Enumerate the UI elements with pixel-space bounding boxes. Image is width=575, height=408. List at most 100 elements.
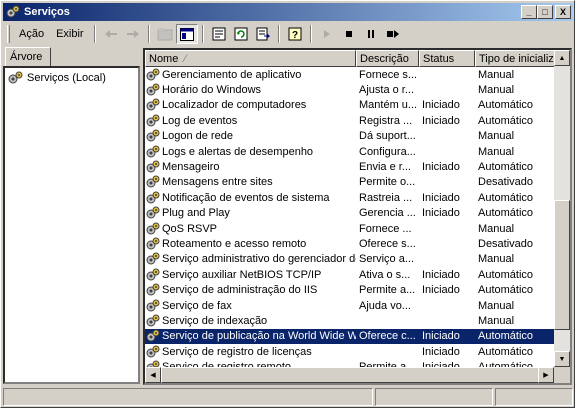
show-hide-tree-button[interactable] bbox=[175, 24, 198, 44]
hscroll-thumb[interactable] bbox=[161, 367, 543, 383]
refresh-button[interactable] bbox=[230, 24, 252, 44]
service-name-cell: Serviço de fax bbox=[145, 299, 356, 313]
service-description: Gerencia ... bbox=[359, 207, 416, 220]
toolbar-separator bbox=[277, 25, 280, 43]
restart-button[interactable] bbox=[382, 24, 404, 44]
column-header-label: Descrição bbox=[360, 53, 409, 65]
scroll-right-button[interactable]: ▶ bbox=[538, 367, 554, 383]
service-startup-type: Manual bbox=[478, 68, 515, 81]
service-name: Serviço de publicação na World Wide Web bbox=[162, 330, 356, 343]
table-row[interactable]: Log de eventos Registra ... Iniciado Automá… bbox=[145, 113, 558, 128]
tab-arvore-label: Árvore bbox=[10, 51, 43, 63]
properties-button[interactable] bbox=[208, 24, 230, 44]
table-row[interactable]: Serviço auxiliar NetBIOS TCP/IP Ativa o s… bbox=[145, 267, 558, 282]
scroll-left-button[interactable]: ◀ bbox=[145, 367, 161, 383]
status-panel bbox=[375, 388, 493, 406]
service-gear-icon bbox=[145, 160, 162, 174]
table-row[interactable]: Serviço administrativo do gerenciador de… bbox=[145, 252, 558, 267]
table-row[interactable]: Logon de rede Dá suport... Manual bbox=[145, 129, 558, 144]
service-description: Registra ... bbox=[359, 114, 413, 127]
toolbar-separator bbox=[201, 25, 204, 43]
column-header-tipo[interactable]: Tipo de inicializaçã bbox=[475, 50, 558, 67]
column-header-nome[interactable]: Nome ⁄ bbox=[145, 50, 356, 67]
stop-icon bbox=[345, 31, 352, 37]
service-startup-type: Manual bbox=[478, 84, 515, 97]
table-row[interactable]: QoS RSVP Fornece ... Manual bbox=[145, 221, 558, 236]
table-row[interactable]: Roteamento e acesso remoto Oferece s... De… bbox=[145, 236, 558, 251]
service-gear-icon bbox=[145, 68, 162, 82]
help-button[interactable]: ? bbox=[284, 24, 306, 44]
table-row[interactable]: Serviço de administração do IIS Permite a… bbox=[145, 282, 558, 297]
table-row[interactable]: Mensageiro Envia e r... Iniciado Automático bbox=[145, 159, 558, 174]
tree-item-services-local[interactable]: Serviços (Local) bbox=[8, 71, 106, 85]
service-status: Iniciado bbox=[422, 114, 460, 127]
horizontal-scrollbar[interactable]: ◀ ▶ bbox=[145, 367, 554, 383]
toolbar-grip[interactable] bbox=[7, 25, 10, 43]
scroll-left-icon: ◀ bbox=[150, 372, 156, 379]
column-header-descricao[interactable]: Descrição bbox=[356, 50, 419, 67]
table-row[interactable]: Notificação de eventos de sistema Rastrei… bbox=[145, 190, 558, 205]
stop-button[interactable] bbox=[338, 24, 360, 44]
title-bar[interactable]: Serviços _ □ X bbox=[3, 3, 573, 21]
pause-button[interactable] bbox=[360, 24, 382, 44]
service-name: Notificação de eventos de sistema bbox=[162, 191, 330, 204]
service-name-cell: Log de eventos bbox=[145, 114, 356, 128]
service-startup-type: Automático bbox=[478, 99, 534, 112]
table-row[interactable]: Serviço de fax Ajuda vo... Manual bbox=[145, 298, 558, 313]
table-row[interactable]: Logs e alertas de desempenho Configura...… bbox=[145, 144, 558, 159]
service-gear-icon bbox=[145, 283, 162, 297]
table-row[interactable]: Mensagens entre sites Permite o... Desativ… bbox=[145, 175, 558, 190]
service-name: Logon de rede bbox=[162, 130, 233, 143]
service-name-cell: Mensagens entre sites bbox=[145, 175, 356, 189]
service-status: Iniciado bbox=[422, 268, 460, 281]
table-row[interactable]: Plug and Play Gerencia ... Iniciado Automát… bbox=[145, 206, 558, 221]
table-row[interactable]: Horário do Windows Ajusta o r... Manual bbox=[145, 82, 558, 97]
table-row[interactable]: Localizador de computadores Mantém u... In… bbox=[145, 98, 558, 113]
menu-exibir[interactable]: Exibir bbox=[50, 26, 90, 42]
start-button[interactable] bbox=[316, 24, 338, 44]
pause-icon bbox=[367, 30, 374, 38]
service-name: Serviço administrativo do gerenciador de… bbox=[162, 253, 356, 266]
table-row[interactable]: Serviço de registro de licenças Iniciado A… bbox=[145, 344, 558, 359]
service-gear-icon bbox=[145, 268, 162, 282]
up-folder-button[interactable] bbox=[154, 24, 176, 44]
service-gear-icon bbox=[145, 145, 162, 159]
back-button[interactable] bbox=[100, 24, 122, 44]
table-row[interactable]: Serviço de publicação na World Wide Web O… bbox=[145, 328, 558, 345]
maximize-button[interactable]: □ bbox=[537, 5, 553, 19]
vertical-scrollbar[interactable]: ▲ ▼ bbox=[554, 50, 570, 367]
forward-button[interactable] bbox=[122, 24, 144, 44]
service-name-cell: Serviço de indexação bbox=[145, 314, 356, 328]
column-header-status[interactable]: Status bbox=[419, 50, 475, 67]
service-description: Ajuda vo... bbox=[359, 299, 411, 312]
service-description: Fornece ... bbox=[359, 222, 412, 235]
table-row[interactable]: Gerenciamento de aplicativo Fornece s... M… bbox=[145, 67, 558, 82]
restart-icon bbox=[386, 30, 399, 38]
scroll-thumb[interactable] bbox=[554, 200, 570, 330]
back-icon bbox=[104, 30, 117, 38]
scroll-up-button[interactable]: ▲ bbox=[554, 50, 570, 66]
scroll-down-button[interactable]: ▼ bbox=[554, 351, 570, 367]
services-list[interactable]: Nome ⁄ Descrição Status Tipo de inicializ… bbox=[143, 48, 572, 385]
scroll-right-icon: ▶ bbox=[543, 372, 549, 379]
column-header-label: Status bbox=[423, 53, 455, 65]
maximize-icon: □ bbox=[542, 6, 548, 17]
service-status: Iniciado bbox=[422, 330, 460, 343]
service-startup-type: Manual bbox=[478, 253, 515, 266]
table-row[interactable]: Serviço de indexação Manual bbox=[145, 313, 558, 328]
service-status: Iniciado bbox=[422, 99, 460, 112]
minimize-button[interactable]: _ bbox=[521, 5, 537, 19]
menu-acao-label: Ação bbox=[19, 28, 45, 40]
list-rows: Gerenciamento de aplicativo Fornece s... M… bbox=[145, 67, 558, 375]
tree-view[interactable]: Serviços (Local) bbox=[3, 66, 140, 384]
services-gear-icon bbox=[8, 71, 23, 84]
service-gear-icon bbox=[145, 314, 162, 328]
service-name-cell: Localizador de computadores bbox=[145, 98, 356, 112]
export-list-button[interactable] bbox=[252, 24, 274, 44]
menu-acao[interactable]: Ação bbox=[13, 26, 50, 42]
service-gear-icon bbox=[145, 206, 162, 220]
tab-arvore[interactable]: Árvore bbox=[5, 47, 51, 66]
close-button[interactable]: X bbox=[555, 5, 571, 19]
service-description: Rastreia ... bbox=[359, 191, 413, 204]
status-bar bbox=[3, 388, 573, 406]
